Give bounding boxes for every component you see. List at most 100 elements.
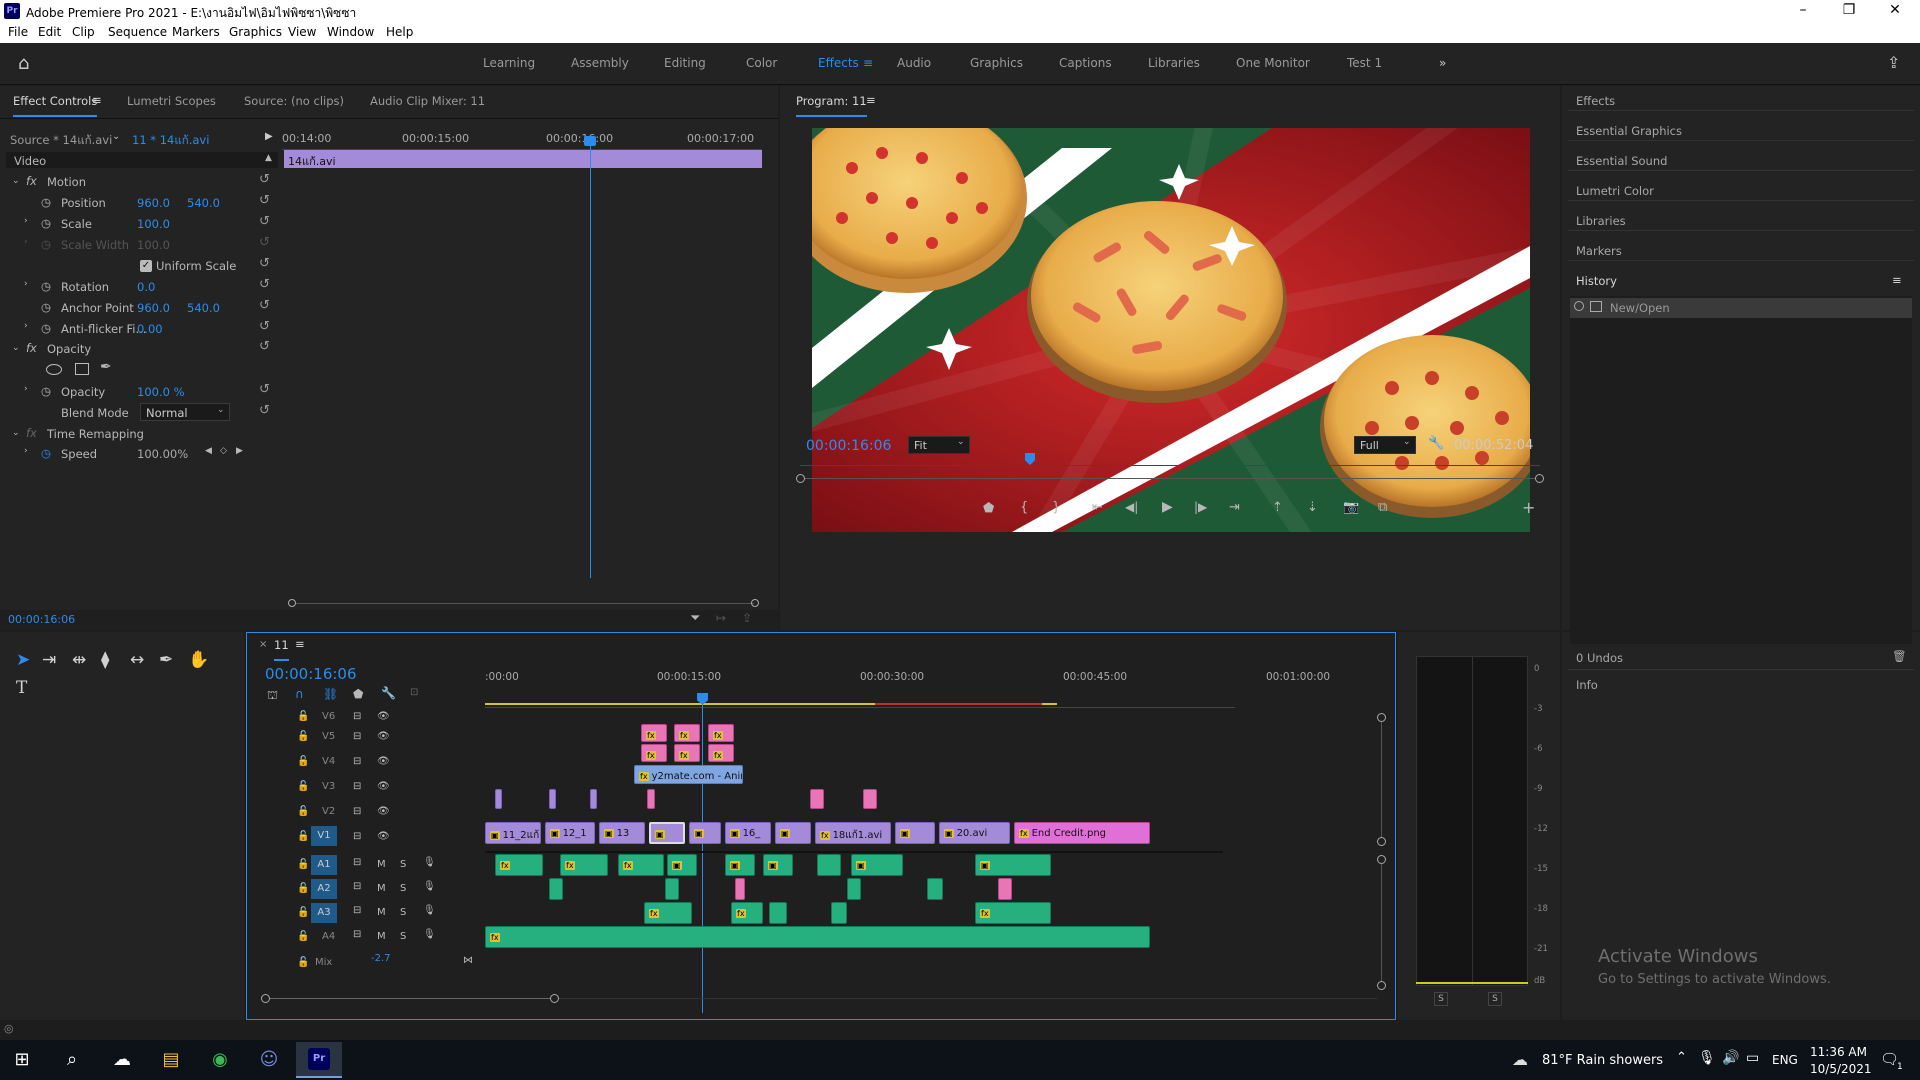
bowtie-icon[interactable]: ⋈ (463, 955, 473, 966)
timeline-clip[interactable]: fx (641, 724, 667, 742)
lock-icon[interactable]: 🔓 (297, 806, 309, 817)
workspace-learning[interactable]: Learning (483, 56, 535, 70)
vscroll-handle[interactable] (1377, 981, 1386, 990)
menu-file[interactable]: File (8, 25, 28, 39)
timeline-clip-v1[interactable]: ▣ 20.avi (939, 822, 1010, 844)
expand-icon[interactable]: › (24, 384, 28, 404)
home-icon[interactable]: ⌂ (18, 53, 29, 74)
timeline-playhead[interactable] (702, 695, 703, 1013)
weather-text[interactable]: 81°F Rain showers (1542, 1053, 1663, 1068)
audio-clip[interactable] (735, 878, 745, 900)
fx-icon[interactable]: fx (26, 341, 37, 361)
mute-button[interactable]: M (377, 859, 386, 870)
vscroll-handle[interactable] (1377, 855, 1386, 864)
expand-icon[interactable]: › (24, 446, 28, 466)
menu-sequence[interactable]: Sequence (108, 25, 167, 39)
go-to-in-icon[interactable]: ⇤ (1092, 500, 1103, 520)
selection-tool-icon[interactable]: ➤ (16, 650, 30, 670)
audio-clip[interactable] (665, 878, 679, 900)
reset-icon[interactable]: ↺ (259, 193, 270, 208)
timeline-clip[interactable] (863, 789, 877, 809)
insert-sequence-icon[interactable]: ⛫ (267, 688, 278, 708)
snap-icon[interactable]: ∩ (295, 687, 304, 707)
panel-menu-icon[interactable]: ≡ (92, 93, 102, 107)
ec-playhead[interactable] (590, 138, 591, 578)
microphone-icon[interactable]: 🎙 (423, 857, 436, 868)
libraries-tab[interactable]: Libraries (1576, 214, 1626, 228)
mark-in-icon[interactable]: { (1020, 500, 1028, 520)
ec-clip-bar[interactable]: 14แก้.avi (284, 150, 762, 168)
audio-clip[interactable] (927, 878, 943, 900)
step-back-icon[interactable]: ◀| (1125, 500, 1138, 520)
panel-menu-icon[interactable]: ≡ (295, 637, 305, 651)
timeline-clip[interactable]: fx (708, 744, 734, 762)
eye-icon[interactable]: 👁 (377, 781, 390, 792)
audio-clip[interactable] (817, 854, 841, 876)
audio-clip[interactable] (549, 878, 563, 900)
pen-tool-icon[interactable]: ✒ (159, 650, 173, 670)
timeline-clip-v1[interactable]: ▣ (775, 822, 811, 844)
rectangle-mask-icon[interactable] (75, 363, 89, 375)
fit-select[interactable]: Fit ⌄ (908, 436, 970, 454)
sync-lock-icon[interactable]: ⊟ (353, 806, 361, 817)
zoom-handle-left[interactable] (796, 474, 805, 483)
sync-lock-icon[interactable]: ⊟ (353, 731, 361, 742)
workspace-graphics[interactable]: Graphics (970, 56, 1023, 70)
stopwatch-icon[interactable]: ◷ (41, 195, 51, 215)
ec-ruler[interactable]: 00:14:00 00:00:15:00 00:00:16:00 00:00:1… (282, 128, 762, 150)
pen-mask-icon[interactable]: ✒ (100, 359, 112, 379)
audio-clip[interactable]: ▣ (851, 854, 903, 876)
prev-keyframe-icon[interactable]: ◀ (205, 446, 212, 466)
sequence-tab[interactable]: 11 (274, 638, 289, 661)
play-icon[interactable]: ▶ (1162, 499, 1173, 519)
track-target-v1[interactable]: V1 (311, 826, 337, 846)
fx-icon[interactable]: fx (26, 174, 37, 194)
essential-sound-tab[interactable]: Essential Sound (1576, 154, 1667, 168)
linked-selection-icon[interactable]: ⛓ (323, 687, 338, 707)
lift-icon[interactable]: ⇡ (1272, 500, 1283, 520)
program-video-frame[interactable] (812, 128, 1530, 532)
disclosure-icon[interactable]: ⌄ (12, 176, 20, 196)
history-title[interactable]: History (1576, 274, 1617, 288)
premiere-taskbar-button[interactable]: Pr (296, 1042, 342, 1078)
sync-lock-icon[interactable]: ⊟ (353, 756, 361, 767)
eye-icon[interactable]: 👁 (377, 756, 390, 767)
audio-clip[interactable] (831, 902, 847, 924)
timeline-clip-v1[interactable]: fx 18แก้1.avi (815, 822, 891, 844)
audio-clip[interactable]: fx (560, 854, 608, 876)
weather-app-icon[interactable]: ☁ (106, 1046, 138, 1074)
stopwatch-icon[interactable]: ◷ (41, 300, 51, 320)
menu-clip[interactable]: Clip (72, 25, 95, 39)
expand-icon[interactable]: › (24, 321, 28, 341)
workspace-audio[interactable]: Audio (897, 56, 931, 70)
audio-clip[interactable]: ▣ (667, 854, 697, 876)
stopwatch-icon[interactable]: ◷ (41, 279, 51, 299)
weather-icon[interactable]: ☁ (1512, 1050, 1528, 1069)
discord-icon[interactable]: ☺ (253, 1046, 285, 1074)
lock-icon[interactable]: 🔓 (297, 756, 309, 767)
reset-icon[interactable]: ↺ (259, 277, 270, 292)
menu-view[interactable]: View (288, 25, 316, 39)
workspace-editing[interactable]: Editing (664, 56, 706, 70)
essential-graphics-tab[interactable]: Essential Graphics (1576, 124, 1682, 138)
lock-icon[interactable]: 🔓 (297, 731, 309, 742)
audio-clip[interactable] (847, 878, 861, 900)
maximize-button[interactable]: ❐ (1826, 0, 1872, 22)
close-tab-icon[interactable]: × (259, 639, 267, 650)
sync-lock-icon[interactable]: ⊟ (353, 881, 361, 892)
menu-edit[interactable]: Edit (38, 25, 61, 39)
rotation-value[interactable]: 0.0 (137, 280, 155, 300)
menu-markers[interactable]: Markers (172, 25, 220, 39)
go-to-out-icon[interactable]: ⇥ (1229, 500, 1240, 520)
disclosure-icon[interactable]: ⌄ (12, 343, 20, 363)
eye-icon[interactable]: 👁 (377, 831, 390, 842)
mix-volume-value[interactable]: -2.7 (371, 953, 391, 964)
track-label[interactable]: V4 (322, 756, 335, 767)
stopwatch-icon[interactable]: ◷ (41, 321, 51, 341)
solo-button[interactable]: S (400, 859, 406, 870)
comparison-view-icon[interactable]: ⧉ (1378, 500, 1387, 520)
timeline-clip[interactable] (495, 789, 502, 809)
microphone-icon[interactable]: 🎙 (423, 881, 436, 892)
timeline-clip-v3[interactable]: fxy2mate.com - Anime Zoo (634, 765, 743, 784)
anchor-y-value[interactable]: 540.0 (187, 301, 220, 321)
